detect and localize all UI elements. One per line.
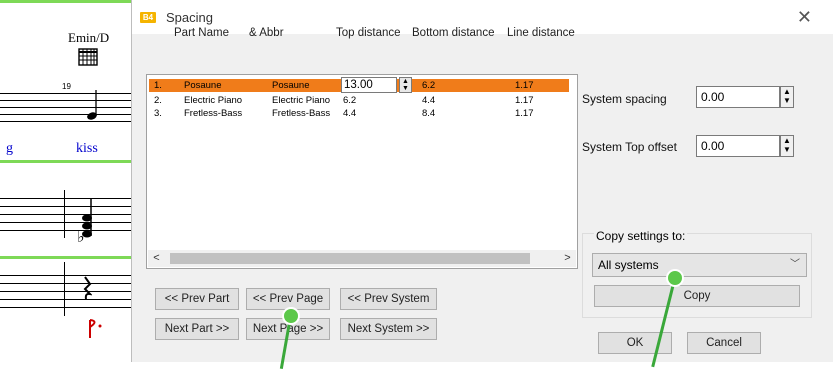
- top-distance: 4.4: [343, 108, 357, 119]
- line-distance: 1.17: [515, 95, 534, 106]
- staff-highlight: [0, 256, 131, 259]
- prev-part-button[interactable]: << Prev Part: [155, 288, 239, 310]
- spacing-dialog: B4 Spacing ✕ Part Name & Abbr Top distan…: [131, 0, 833, 362]
- system-spacing-input[interactable]: 0.00: [696, 86, 780, 108]
- prev-system-button[interactable]: << Prev System: [340, 288, 437, 310]
- part-abbr: Electric Piano: [272, 95, 331, 106]
- row-number: 1.: [154, 80, 162, 91]
- next-part-button[interactable]: Next Part >>: [155, 318, 239, 340]
- table-row[interactable]: 3. Fretless-Bass Fretless-Bass 4.4 8.4 1…: [149, 107, 569, 120]
- copy-target-value: All systems: [598, 258, 659, 272]
- chevron-down-icon: ﹀: [790, 259, 800, 270]
- parts-list[interactable]: 1. Posaune Posaune 13.00 ▲ ▼ 6.2 1.17 2. …: [146, 74, 578, 269]
- column-header-part-name: Part Name: [174, 27, 229, 39]
- copy-button[interactable]: Copy: [594, 285, 800, 307]
- line-distance: 1.17: [515, 80, 534, 91]
- bottom-distance: 4.4: [422, 95, 436, 106]
- chord-diagram-icon: [78, 48, 98, 66]
- system-top-offset-input[interactable]: 0.00: [696, 135, 780, 157]
- column-header-top-distance: Top distance: [336, 27, 401, 39]
- part-abbr: Fretless-Bass: [272, 108, 331, 119]
- app-icon: B4: [140, 12, 156, 23]
- scroll-thumb[interactable]: [170, 253, 530, 264]
- row-number: 2.: [154, 95, 162, 106]
- table-row[interactable]: 2. Electric Piano Electric Piano 6.2 4.4…: [149, 94, 569, 107]
- column-header-line-distance: Line distance: [507, 27, 575, 39]
- chord-notes-icon: ♭: [77, 198, 92, 244]
- next-system-button[interactable]: Next System >>: [340, 318, 437, 340]
- top-distance-input[interactable]: 13.00: [341, 77, 397, 93]
- bottom-distance: 8.4: [422, 108, 436, 119]
- part-name: Electric Piano: [184, 95, 243, 106]
- line-distance: 1.17: [515, 108, 534, 119]
- dialog-title: Spacing: [166, 10, 213, 25]
- column-header-bottom-distance: Bottom distance: [412, 27, 495, 39]
- cancel-button[interactable]: Cancel: [687, 332, 761, 354]
- system-top-offset-spinner[interactable]: ▲ ▼: [780, 135, 794, 157]
- part-name: Posaune: [184, 80, 222, 91]
- table-row[interactable]: 1. Posaune Posaune 13.00 ▲ ▼ 6.2 1.17: [149, 77, 569, 93]
- lyric-word: kiss: [76, 141, 98, 156]
- top-distance: 6.2: [343, 95, 357, 106]
- copy-target-select[interactable]: All systems ﹀: [592, 253, 807, 277]
- annotation-marker: [282, 307, 300, 325]
- staff-highlight: [0, 160, 131, 163]
- scroll-left-icon[interactable]: <: [148, 250, 165, 267]
- system-spacing-spinner[interactable]: ▲ ▼: [780, 86, 794, 108]
- bottom-distance: 6.2: [422, 80, 436, 91]
- dynamic-marking-icon: [89, 319, 102, 338]
- chord-symbol: Emin/D: [68, 30, 110, 45]
- horizontal-scrollbar[interactable]: < >: [148, 250, 576, 267]
- column-header-abbr: & Abbr: [249, 27, 284, 39]
- system-top-offset-label: System Top offset: [582, 140, 677, 154]
- measure-number: 19: [62, 82, 71, 91]
- row-number: 3.: [154, 108, 162, 119]
- lyric-syllable: g: [6, 141, 13, 156]
- copy-settings-title: Copy settings to:: [594, 229, 688, 243]
- system-spacing-label: System spacing: [582, 92, 667, 106]
- annotation-marker: [666, 269, 684, 287]
- quarter-note-icon: [87, 90, 97, 120]
- part-abbr: Posaune: [272, 80, 310, 91]
- top-distance-spinner[interactable]: ▲ ▼: [399, 77, 412, 93]
- quarter-rest-icon: [83, 276, 92, 300]
- scroll-right-icon[interactable]: >: [559, 250, 576, 267]
- part-name: Fretless-Bass: [184, 108, 243, 119]
- close-icon[interactable]: ✕: [797, 8, 812, 26]
